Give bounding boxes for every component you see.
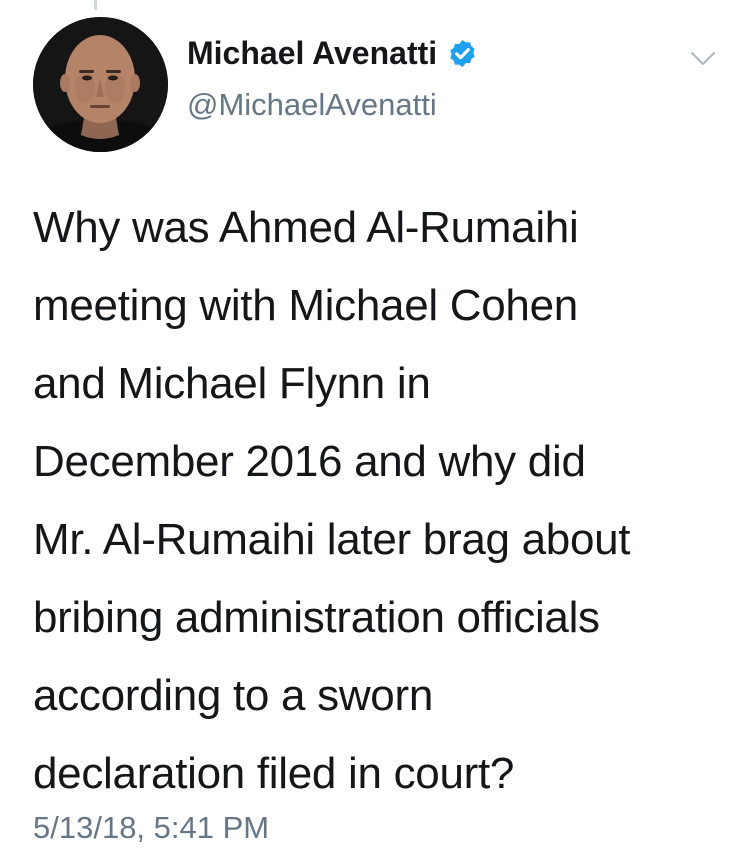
tweet-text-line: Why was Ahmed Al-Rumaihi xyxy=(33,203,579,252)
display-name[interactable]: Michael Avenatti xyxy=(187,37,437,69)
thread-connector-line xyxy=(94,0,97,10)
tweet-text-line: meeting with Michael Cohen xyxy=(33,281,578,330)
tweet-text-line: according to a sworn xyxy=(33,671,433,720)
tweet-text-line: Mr. Al-Rumaihi later brag about xyxy=(33,515,631,564)
avatar[interactable] xyxy=(33,17,168,152)
verified-badge-icon xyxy=(447,38,478,69)
tweet-text-line: declaration filed in court? xyxy=(33,749,515,798)
avatar-image xyxy=(33,17,168,152)
user-name-row: Michael Avenatti xyxy=(187,37,478,69)
tweet-text: Why was Ahmed Al-Rumaihi meeting with Mi… xyxy=(33,189,723,813)
tweet-text-line: December 2016 and why did xyxy=(33,437,586,486)
chevron-down-icon[interactable] xyxy=(690,50,716,68)
tweet-text-line: and Michael Flynn in xyxy=(33,359,431,408)
tweet-timestamp[interactable]: 5/13/18, 5:41 PM xyxy=(33,812,269,843)
user-handle[interactable]: @MichaelAvenatti xyxy=(187,89,437,120)
tweet-text-line: bribing administration officials xyxy=(33,593,600,642)
